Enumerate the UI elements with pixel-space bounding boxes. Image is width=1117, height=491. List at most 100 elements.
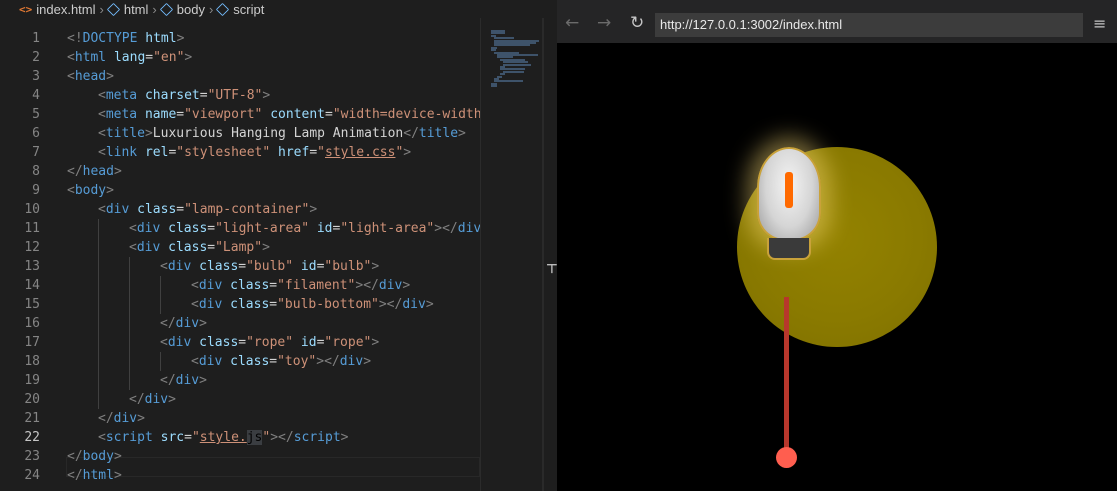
hamburger-menu-icon[interactable]: ≡: [1093, 13, 1106, 35]
indent-guide: [98, 257, 99, 276]
code-text: <link rel="stylesheet" href="style.css">: [98, 143, 411, 162]
code-line[interactable]: 15 <div class="bulb-bottom"></div>: [0, 295, 480, 314]
code-line[interactable]: 24 </html>: [0, 466, 480, 485]
code-token: <: [67, 50, 75, 65]
code-token: script: [105, 430, 153, 445]
split-sash-icon[interactable]: ⊤: [546, 262, 558, 277]
code-text: </body>: [67, 447, 122, 466]
indent-guide: [98, 314, 99, 333]
code-token: <: [98, 107, 106, 122]
breadcrumb-item-file[interactable]: <> index.html: [19, 2, 96, 17]
lamp-rope[interactable]: [784, 297, 789, 453]
breadcrumb-item-script[interactable]: script: [216, 1, 265, 17]
code-token: >: [168, 392, 176, 407]
lamp-bulb[interactable]: [757, 147, 821, 260]
code-line[interactable]: 7 <link rel="stylesheet" href="style.css"…: [0, 143, 480, 162]
code-token: class: [199, 335, 239, 350]
code-token: >: [199, 316, 207, 331]
code-line[interactable]: 10 <div class="lamp-container">: [0, 200, 480, 219]
reload-icon[interactable]: ↻: [630, 13, 644, 33]
address-bar[interactable]: http://127.0.0.1:3002/index.html: [655, 13, 1083, 37]
code-token: div: [402, 297, 426, 312]
code-line[interactable]: 21 </div>: [0, 409, 480, 428]
code-token: class: [230, 354, 270, 369]
code-line[interactable]: 23 </body>: [0, 447, 480, 466]
code-token: >: [199, 373, 207, 388]
code-token: id: [300, 335, 317, 350]
rope-pull-toy[interactable]: [776, 447, 797, 468]
code-token: div: [198, 278, 223, 293]
code-token: meta: [105, 107, 138, 122]
code-text: <div class="light-area" id="light-area">…: [129, 219, 480, 238]
line-number: 3: [32, 69, 40, 84]
code-token: =: [309, 145, 318, 160]
forward-arrow-icon[interactable]: →: [597, 13, 611, 33]
code-line[interactable]: 19 </div>: [0, 371, 480, 390]
code-area[interactable]: 1 <!DOCTYPE html> 2 <html lang="en"> 3 <head>…: [0, 29, 480, 491]
code-line[interactable]: 6 <title>Luxurious Hanging Lamp Animation…: [0, 124, 480, 143]
indent-guide: [98, 219, 99, 238]
code-line[interactable]: 14 <div class="filament"></div>: [0, 276, 480, 295]
code-token: =: [269, 278, 278, 293]
code-text: </html>: [67, 466, 122, 485]
code-token: <: [98, 88, 106, 103]
code-line[interactable]: 13 <div class="bulb" id="bulb">: [0, 257, 480, 276]
code-token: DOCTYPE: [82, 31, 138, 46]
line-number: 22: [24, 430, 40, 445]
code-token: >: [113, 164, 122, 179]
breadcrumb-item-body[interactable]: body: [159, 1, 205, 17]
code-line[interactable]: 8 </head>: [0, 162, 480, 181]
indent-guide: [160, 295, 161, 314]
code-line[interactable]: 2 <html lang="en">: [0, 48, 480, 67]
back-arrow-icon[interactable]: ←: [565, 13, 579, 33]
page-viewport: [557, 43, 1117, 491]
indent-guide: [129, 371, 130, 390]
code-token: class: [230, 278, 270, 293]
indent-guide: [129, 295, 130, 314]
code-token: =: [325, 107, 333, 122]
code-token: div: [457, 221, 480, 236]
code-line[interactable]: 3 <head>: [0, 67, 480, 86]
code-token: >: [144, 126, 153, 141]
code-line[interactable]: 4 <meta charset="UTF-8">: [0, 86, 480, 105]
breadcrumb-label: body: [176, 1, 205, 17]
code-token: >: [402, 278, 411, 293]
line-number: 14: [24, 278, 40, 293]
code-token: title: [105, 126, 145, 141]
code-line[interactable]: 9 <body>: [0, 181, 480, 200]
code-token: div: [113, 411, 138, 426]
indent-guide: [129, 333, 130, 352]
code-token: script: [293, 430, 341, 445]
code-token: div: [136, 240, 161, 255]
code-line[interactable]: 1 <!DOCTYPE html>: [0, 29, 480, 48]
code-line[interactable]: 18 <div class="toy"></div>: [0, 352, 480, 371]
code-token: id: [300, 259, 317, 274]
minimap[interactable]: [480, 18, 542, 491]
code-line[interactable]: 16 </div>: [0, 314, 480, 333]
code-token: "bulb-bottom": [277, 297, 379, 312]
code-token: >: [371, 335, 380, 350]
code-line[interactable]: 11 <div class="light-area" id="light-area…: [0, 219, 480, 238]
code-token: html: [74, 50, 107, 65]
code-token: html: [145, 31, 177, 46]
code-line[interactable]: 20 </div>: [0, 390, 480, 409]
breadcrumb-label: script: [233, 1, 265, 17]
symbol-element-icon: [216, 2, 230, 16]
breadcrumb-item-html[interactable]: html: [106, 2, 148, 17]
code-token: div: [136, 221, 161, 236]
code-token: div: [105, 202, 130, 217]
code-line[interactable]: 5 <meta name="viewport" content="width=de…: [0, 105, 480, 124]
code-line[interactable]: 12 <div class="Lamp">: [0, 238, 480, 257]
code-line[interactable]: 22 <script src="style.js"></script>: [0, 428, 480, 447]
code-token: name: [144, 107, 177, 122]
code-line[interactable]: 17 <div class="rope" id="rope">: [0, 333, 480, 352]
code-token: meta: [105, 88, 138, 103]
code-editor[interactable]: <> index.html › html › body › script 1 <!…: [0, 0, 544, 491]
code-token: html: [82, 468, 114, 483]
bulb-filament: [785, 172, 793, 208]
vertical-scrollbar[interactable]: [542, 18, 544, 491]
